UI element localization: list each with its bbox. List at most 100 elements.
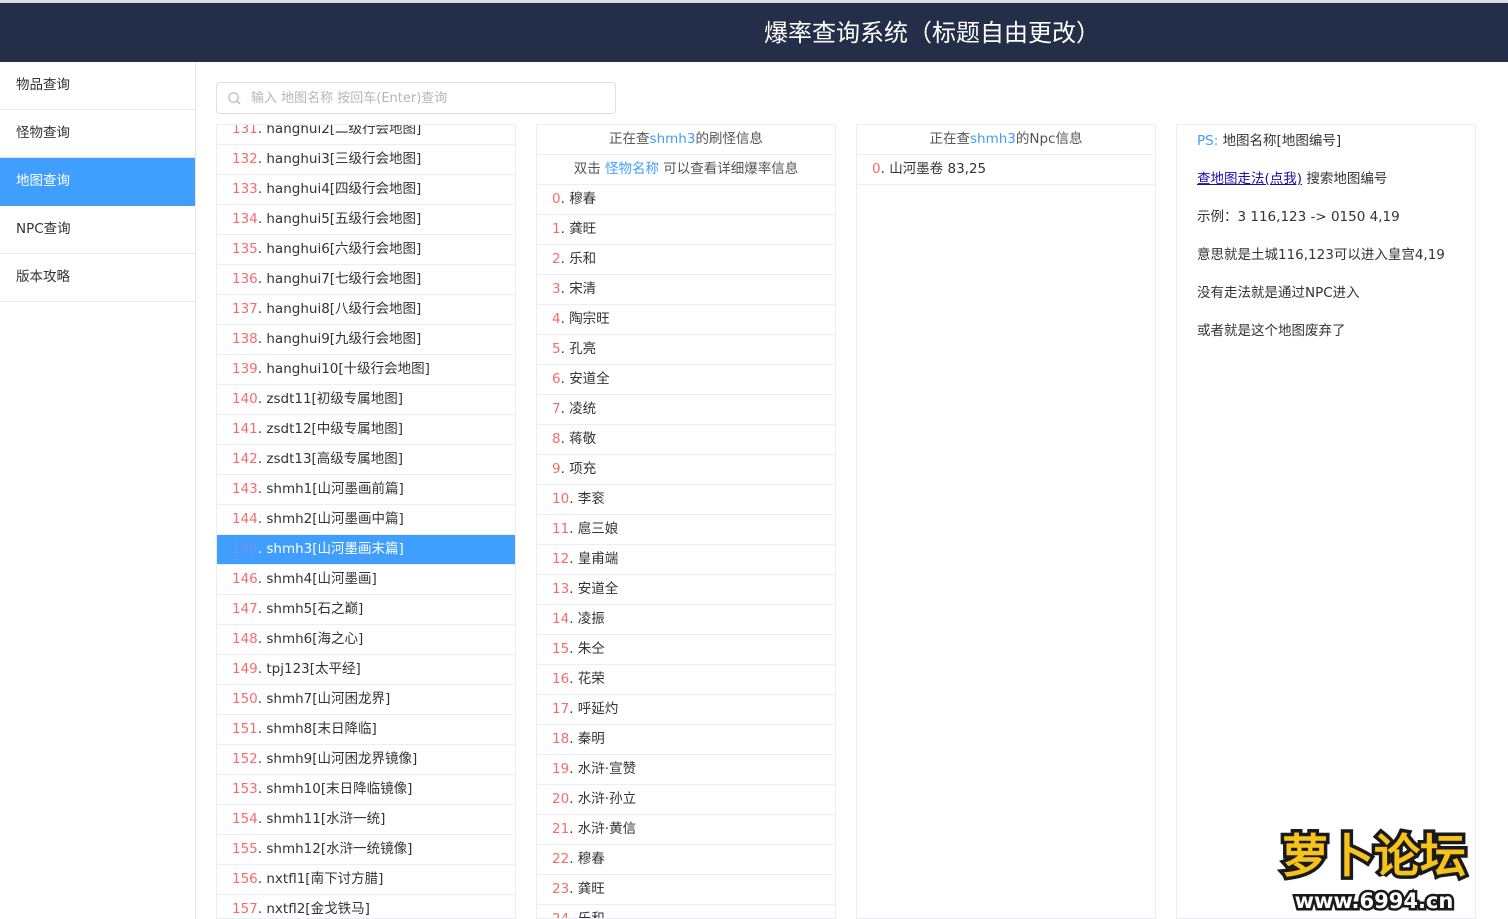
map-list-item[interactable]: 143. shmh1[山河墨画前篇] [217, 475, 515, 505]
monster-list-item[interactable]: 3. 宋清 [537, 275, 835, 305]
map-list-item[interactable]: 145. shmh3[山河墨画末篇] [217, 535, 515, 565]
map-list-item[interactable]: 139. hanghui10[十级行会地图] [217, 355, 515, 385]
monster-list-item[interactable]: 4. 陶宗旺 [537, 305, 835, 335]
monster-list-item-label: 李衮 [577, 491, 605, 507]
monster-list-item-index: 0 [552, 191, 561, 207]
monster-list-item-label: 朱仝 [577, 641, 605, 657]
map-list-item-label: zsdt11[初级专属地图] [266, 391, 404, 407]
map-list-item[interactable]: 152. shmh9[山河困龙界镜像] [217, 745, 515, 775]
map-list-item[interactable]: 140. zsdt11[初级专属地图] [217, 385, 515, 415]
sidebar-item-monster-query[interactable]: 怪物查询 [0, 110, 195, 158]
map-list-item[interactable]: 149. tpj123[太平经] [217, 655, 515, 685]
map-list-item-index: 146 [232, 571, 258, 587]
sidebar-item-npc-query[interactable]: NPC查询 [0, 206, 195, 254]
npc-list-item[interactable]: 0. 山河墨卷 83,25 [857, 155, 1155, 185]
monster-list-item[interactable]: 11. 扈三娘 [537, 515, 835, 545]
top-header: 爆率查询系统（标题自由更改） [0, 0, 1508, 62]
map-list-item-index: 143 [232, 481, 258, 497]
monster-list-item-index: 24 [552, 911, 570, 919]
monster-list-item[interactable]: 8. 蒋敬 [537, 425, 835, 455]
map-list-item-label: tpj123[太平经] [266, 661, 361, 677]
help-panel: PS: 地图名称[地图编号] 查地图走法(点我) 搜索地图编号 示例：3 116… [1176, 124, 1476, 919]
map-list-item[interactable]: 146. shmh4[山河墨画] [217, 565, 515, 595]
sidebar-item-map-query[interactable]: 地图查询 [0, 158, 195, 206]
monster-list-item[interactable]: 21. 水浒·黄信 [537, 815, 835, 845]
monster-list-item-label: 皇甫端 [577, 551, 619, 567]
map-list-item[interactable]: 138. hanghui9[九级行会地图] [217, 325, 515, 355]
monster-list-item[interactable]: 10. 李衮 [537, 485, 835, 515]
map-list-item-index: 144 [232, 511, 258, 527]
map-list-item[interactable]: 144. shmh2[山河墨画中篇] [217, 505, 515, 535]
map-list-item[interactable]: 142. zsdt13[高级专属地图] [217, 445, 515, 475]
map-list-item[interactable]: 153. shmh10[末日降临镜像] [217, 775, 515, 805]
monster-list-item[interactable]: 22. 穆春 [537, 845, 835, 875]
map-list-item[interactable]: 135. hanghui6[六级行会地图] [217, 235, 515, 265]
monster-list-item[interactable]: 2. 乐和 [537, 245, 835, 275]
example-text: 示例：3 116,123 -> 0150 4,19 [1197, 209, 1400, 225]
monster-list-item[interactable]: 1. 龚旺 [537, 215, 835, 245]
monster-list-item[interactable]: 9. 项充 [537, 455, 835, 485]
map-list-item[interactable]: 155. shmh12[水浒一统镜像] [217, 835, 515, 865]
map-list-item-label: hanghui3[三级行会地图] [266, 151, 422, 167]
monster-list-item-index: 10 [552, 491, 570, 507]
map-list-item[interactable]: 157. nxtfl2[金戈铁马] [217, 895, 515, 918]
sidebar-item-version-guide[interactable]: 版本攻略 [0, 254, 195, 302]
map-list-item[interactable]: 132. hanghui3[三级行会地图] [217, 145, 515, 175]
map-list-item-label: nxtfl2[金戈铁马] [266, 901, 370, 917]
map-list-item[interactable]: 137. hanghui8[八级行会地图] [217, 295, 515, 325]
map-list-item[interactable]: 134. hanghui5[五级行会地图] [217, 205, 515, 235]
monster-list-item[interactable]: 17. 呼延灼 [537, 695, 835, 725]
map-list-item[interactable]: 148. shmh6[海之心] [217, 625, 515, 655]
monster-list-item-label: 孔亮 [569, 341, 597, 357]
map-list-item[interactable]: 147. shmh5[石之巅] [217, 595, 515, 625]
map-search-input[interactable] [249, 83, 609, 113]
map-list-item-index: 131 [232, 124, 258, 137]
monster-list-item-index: 12 [552, 551, 570, 567]
map-list-item-index: 135 [232, 241, 258, 257]
monster-list-item[interactable]: 12. 皇甫端 [537, 545, 835, 575]
npc-panel: 正在查shmh3的Npc信息 0. 山河墨卷 83,25 [856, 124, 1156, 919]
monster-list-item[interactable]: 14. 凌振 [537, 605, 835, 635]
monster-list-item-index: 20 [552, 791, 570, 807]
map-list-item[interactable]: 131. hanghui2[二级行会地图] [217, 124, 515, 145]
abandoned-text: 或者就是这个地图废弃了 [1197, 323, 1346, 339]
map-list-item-label: zsdt13[高级专属地图] [266, 451, 404, 467]
monster-list-item[interactable]: 7. 凌统 [537, 395, 835, 425]
monster-list-item-index: 7 [552, 401, 561, 417]
map-list: 131. hanghui2[二级行会地图] 132. hanghui3[三级行会地… [217, 124, 515, 918]
no-route-text: 没有走法就是通过NPC进入 [1197, 285, 1360, 301]
map-list-panel: 131. hanghui2[二级行会地图] 132. hanghui3[三级行会地… [216, 124, 516, 919]
monster-list-item[interactable]: 20. 水浒·孙立 [537, 785, 835, 815]
map-list-item-label: shmh5[石之巅] [266, 601, 364, 617]
map-list-item-label: zsdt12[中级专属地图] [266, 421, 404, 437]
monster-panel: 正在查shmh3的刷怪信息 双击 怪物名称 可以查看详细爆率信息 0. 穆春 1.… [536, 124, 836, 919]
monster-list-item[interactable]: 0. 穆春 [537, 185, 835, 215]
map-list-item[interactable]: 151. shmh8[末日降临] [217, 715, 515, 745]
monster-list-item[interactable]: 19. 水浒·宣赞 [537, 755, 835, 785]
monster-list-item-label: 龚旺 [577, 881, 605, 897]
map-list-item-label: hanghui10[十级行会地图] [266, 361, 430, 377]
monster-list-item-label: 乐和 [569, 251, 597, 267]
map-list-item-label: shmh1[山河墨画前篇] [266, 481, 404, 497]
map-list-item[interactable]: 156. nxtfl1[南下讨方腊] [217, 865, 515, 895]
map-list-item-index: 151 [232, 721, 258, 737]
monster-list-item[interactable]: 16. 花荣 [537, 665, 835, 695]
monster-list-item[interactable]: 24. 乐和 [537, 905, 835, 919]
monster-list-item[interactable]: 6. 安道全 [537, 365, 835, 395]
npc-list-item-index: 0 [872, 161, 881, 177]
monster-list-item[interactable]: 18. 秦明 [537, 725, 835, 755]
map-list-item[interactable]: 136. hanghui7[七级行会地图] [217, 265, 515, 295]
map-list-item-label: shmh4[山河墨画] [266, 571, 377, 587]
map-list-item[interactable]: 150. shmh7[山河困龙界] [217, 685, 515, 715]
map-route-link[interactable]: 查地图走法(点我) [1197, 171, 1302, 187]
monster-list-item[interactable]: 13. 安道全 [537, 575, 835, 605]
monster-list-item[interactable]: 5. 孔亮 [537, 335, 835, 365]
page-title: 爆率查询系统（标题自由更改） [764, 19, 1100, 47]
map-list-item[interactable]: 154. shmh11[水浒一统] [217, 805, 515, 835]
monster-list-item[interactable]: 15. 朱仝 [537, 635, 835, 665]
monster-list-item[interactable]: 23. 龚旺 [537, 875, 835, 905]
sidebar-item-item-query[interactable]: 物品查询 [0, 62, 195, 110]
map-list-item[interactable]: 133. hanghui4[四级行会地图] [217, 175, 515, 205]
map-list-item-label: shmh8[末日降临] [266, 721, 377, 737]
map-list-item[interactable]: 141. zsdt12[中级专属地图] [217, 415, 515, 445]
